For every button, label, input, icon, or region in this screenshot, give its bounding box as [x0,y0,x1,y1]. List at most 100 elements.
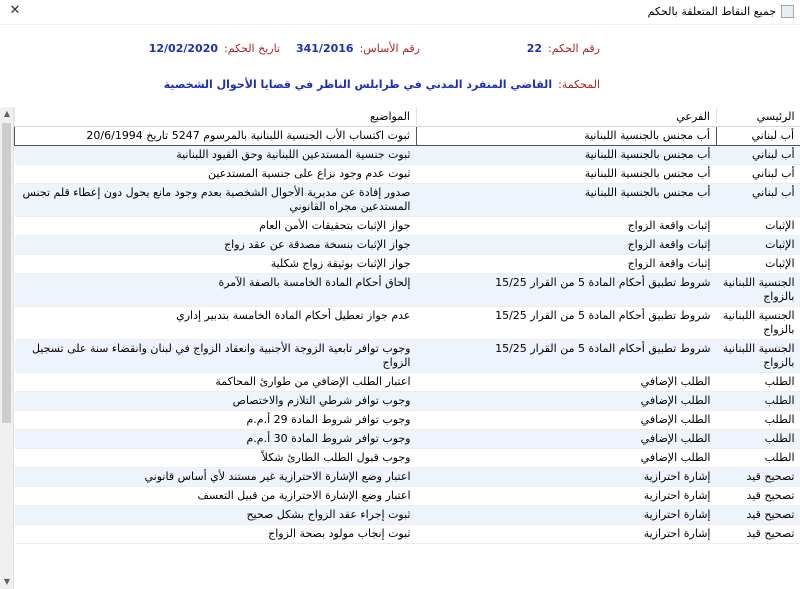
table-row[interactable]: الإثبات إثبات واقعة الزواج جواز الإثبات بن… [14,235,800,255]
table-row[interactable]: الجنسية اللبنانية بالزواج شروط تطبيق أحكا… [14,306,800,340]
cell-main[interactable]: الجنسية اللبنانية بالزواج [716,339,800,373]
table-row[interactable]: الطلب الطلب الإضافي وجوب توافر شرطي التلاز… [14,391,800,411]
court-value: القاضي المنفرد المدني في طرابلس الناظر ف… [163,78,553,91]
cell-topic[interactable]: صدور إفادة عن مديرية الأحوال الشخصية بعد… [14,183,417,217]
cell-topic[interactable]: عدم جواز تعطيل أحكام المادة الخامسة بتدب… [14,306,417,340]
close-button[interactable]: ✕ [4,1,26,21]
cell-topic[interactable]: جواز الإثبات بوثيقة زواج شكلية [14,254,417,274]
cell-main[interactable]: أب لبناني [716,164,800,184]
cell-main[interactable]: الطلب [716,448,800,468]
column-header-main[interactable]: الرئيسي [716,107,800,127]
cell-topic[interactable]: وجوب قبول الطلب الطارئ شكلاً [14,448,417,468]
cell-topic[interactable]: اعتبار وضع الإشارة الاحترازية من قبيل ال… [14,486,417,506]
cell-topic[interactable]: ثبوت اكتساب الأب الجنسية اللبنانية بالمر… [14,126,417,146]
table-row[interactable]: الطلب الطلب الإضافي اعتبار الطلب الإضافي م… [14,372,800,392]
cell-topic[interactable]: ثبوت عدم وجود نزاع على جنسية المستدعين [14,164,417,184]
cell-sub[interactable]: إشارة احترازية [416,505,717,525]
cell-main[interactable]: الطلب [716,391,800,411]
cell-sub[interactable]: أب مجنس بالجنسية اللبنانية [416,164,717,184]
cell-main[interactable]: الإثبات [716,235,800,255]
base-number-field: رقم الأساس: 341/2016 [296,42,420,55]
cell-sub[interactable]: الطلب الإضافي [416,448,717,468]
table-row[interactable]: الطلب الطلب الإضافي وجوب توافر شروط المادة… [14,410,800,430]
table-row[interactable]: تصحيح قيد إشارة احترازية ثبوت إجراء عقد ال… [14,505,800,525]
cell-main[interactable]: أب لبناني [716,145,800,165]
cell-sub[interactable]: شروط تطبيق أحكام المادة 5 من القرار 15/2… [416,339,717,373]
topics-grid[interactable]: ▲ ▼ الرئيسي الفرعي المواضيع أب لبناني أب … [0,107,800,589]
cell-topic[interactable]: جواز الإثبات بنسخة مصدقة عن عقد زواج [14,235,417,255]
cell-topic[interactable]: ثبوت إجراء عقد الزواج بشكل صحيح [14,505,417,525]
table-row[interactable]: تصحيح قيد إشارة احترازية اعتبار وضع الإشار… [14,467,800,487]
table-row[interactable]: أب لبناني أب مجنس بالجنسية اللبنانية ثبوت … [14,145,800,165]
ruling-date-label: تاريخ الحكم: [224,42,280,55]
cell-main[interactable]: الجنسية اللبنانية بالزواج [716,273,800,307]
table-row[interactable]: أب لبناني أب مجنس بالجنسية اللبنانية ثبوت … [14,126,800,146]
cell-sub[interactable]: إشارة احترازية [416,524,717,544]
cell-topic[interactable]: وجوب توافر تابعية الزوجة الأجنبية وانعقا… [14,339,417,373]
table-row[interactable]: تصحيح قيد إشارة احترازية اعتبار وضع الإشار… [14,486,800,506]
table-row[interactable]: الجنسية اللبنانية بالزواج شروط تطبيق أحكا… [14,339,800,373]
scroll-thumb[interactable] [2,123,11,423]
table-row[interactable]: الطلب الطلب الإضافي وجوب توافر شروط المادة… [14,429,800,449]
cell-main[interactable]: تصحيح قيد [716,486,800,506]
scroll-up-arrow-icon[interactable]: ▲ [0,107,14,121]
table-row[interactable]: تصحيح قيد إشارة احترازية ثبوت إنجاب مولود … [14,524,800,544]
cell-sub[interactable]: شروط تطبيق أحكام المادة 5 من القرار 15/2… [416,273,717,307]
cell-topic[interactable]: وجوب توافر شروط المادة 30 أ.م.م [14,429,417,449]
ruling-number-value: 22 [526,42,542,55]
cell-sub[interactable]: إثبات واقعة الزواج [416,254,717,274]
cell-topic[interactable]: إلحاق أحكام المادة الخامسة بالصفة الآمرة [14,273,417,307]
cell-sub[interactable]: إثبات واقعة الزواج [416,235,717,255]
ruling-date-field: تاريخ الحكم: 12/02/2020 [149,42,280,55]
table-row[interactable]: الإثبات إثبات واقعة الزواج جواز الإثبات بو… [14,254,800,274]
cell-topic[interactable]: جواز الإثبات بتحقيقات الأمن العام [14,216,417,236]
topics-table: الرئيسي الفرعي المواضيع أب لبناني أب مجنس… [14,107,800,544]
cell-topic[interactable]: ثبوت إنجاب مولود بصحة الزواج [14,524,417,544]
cell-main[interactable]: الطلب [716,410,800,430]
table-row[interactable]: أب لبناني أب مجنس بالجنسية اللبنانية صدور … [14,183,800,217]
court-field: المحكمة: القاضي المنفرد المدني في طرابلس … [164,78,600,91]
cell-main[interactable]: الإثبات [716,254,800,274]
cell-topic[interactable]: اعتبار وضع الإشارة الاحترازية غير مستند … [14,467,417,487]
table-row[interactable]: الجنسية اللبنانية بالزواج شروط تطبيق أحكا… [14,273,800,307]
cell-main[interactable]: الإثبات [716,216,800,236]
cell-sub[interactable]: أب مجنس بالجنسية اللبنانية [416,126,717,146]
table-row[interactable]: أب لبناني أب مجنس بالجنسية اللبنانية ثبوت … [14,164,800,184]
cell-sub[interactable]: الطلب الإضافي [416,372,717,392]
scroll-down-arrow-icon[interactable]: ▼ [0,575,14,589]
cell-sub[interactable]: أب مجنس بالجنسية اللبنانية [416,183,717,217]
table-header-row: الرئيسي الفرعي المواضيع [14,107,800,127]
cell-main[interactable]: تصحيح قيد [716,505,800,525]
cell-main[interactable]: تصحيح قيد [716,467,800,487]
vertical-scrollbar[interactable]: ▲ ▼ [0,107,14,589]
cell-topic[interactable]: وجوب توافر شروط المادة 29 أ.م.م [14,410,417,430]
cell-sub[interactable]: الطلب الإضافي [416,391,717,411]
column-header-sub[interactable]: الفرعي [416,107,717,127]
ruling-number-field: رقم الحكم: 22 [527,42,600,55]
cell-sub[interactable]: إشارة احترازية [416,486,717,506]
table-row[interactable]: الطلب الطلب الإضافي وجوب قبول الطلب الطارئ… [14,448,800,468]
title-bar: جميع النقاط المتعلقة بالحكم ✕ [0,0,800,25]
cell-main[interactable]: أب لبناني [716,183,800,217]
cell-main[interactable]: الطلب [716,372,800,392]
cell-main[interactable]: الجنسية اللبنانية بالزواج [716,306,800,340]
cell-sub[interactable]: شروط تطبيق أحكام المادة 5 من القرار 15/2… [416,306,717,340]
cell-sub[interactable]: الطلب الإضافي [416,410,717,430]
cell-main[interactable]: أب لبناني [716,126,800,146]
ruling-number-label: رقم الحكم: [548,42,600,55]
table-row[interactable]: الإثبات إثبات واقعة الزواج جواز الإثبات بت… [14,216,800,236]
cell-topic[interactable]: وجوب توافر شرطي التلازم والاختصاص [14,391,417,411]
cell-main[interactable]: تصحيح قيد [716,524,800,544]
cell-topic[interactable]: ثبوت جنسية المستدعين اللبنانية وحق القيو… [14,145,417,165]
window-title: جميع النقاط المتعلقة بالحكم [647,5,776,18]
ruling-date-value: 12/02/2020 [148,42,218,55]
base-number-value: 341/2016 [295,42,354,55]
court-label: المحكمة: [558,78,600,91]
cell-main[interactable]: الطلب [716,429,800,449]
cell-sub[interactable]: أب مجنس بالجنسية اللبنانية [416,145,717,165]
cell-sub[interactable]: إثبات واقعة الزواج [416,216,717,236]
cell-sub[interactable]: إشارة احترازية [416,467,717,487]
column-header-topics[interactable]: المواضيع [14,107,417,127]
cell-sub[interactable]: الطلب الإضافي [416,429,717,449]
cell-topic[interactable]: اعتبار الطلب الإضافي من طوارئ المحاكمة [14,372,417,392]
